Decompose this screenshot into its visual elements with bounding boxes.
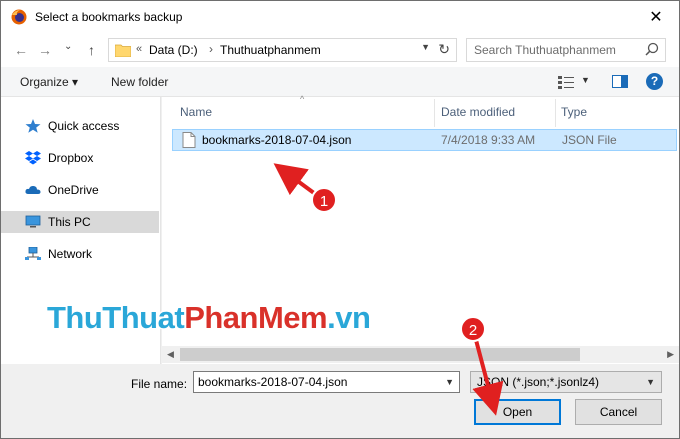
annotation-badge-1: 1 — [311, 187, 337, 213]
annotation-layer — [273, 163, 504, 416]
annotation-arrow-2 — [472, 339, 504, 416]
annotation-badge-2: 2 — [460, 316, 486, 342]
